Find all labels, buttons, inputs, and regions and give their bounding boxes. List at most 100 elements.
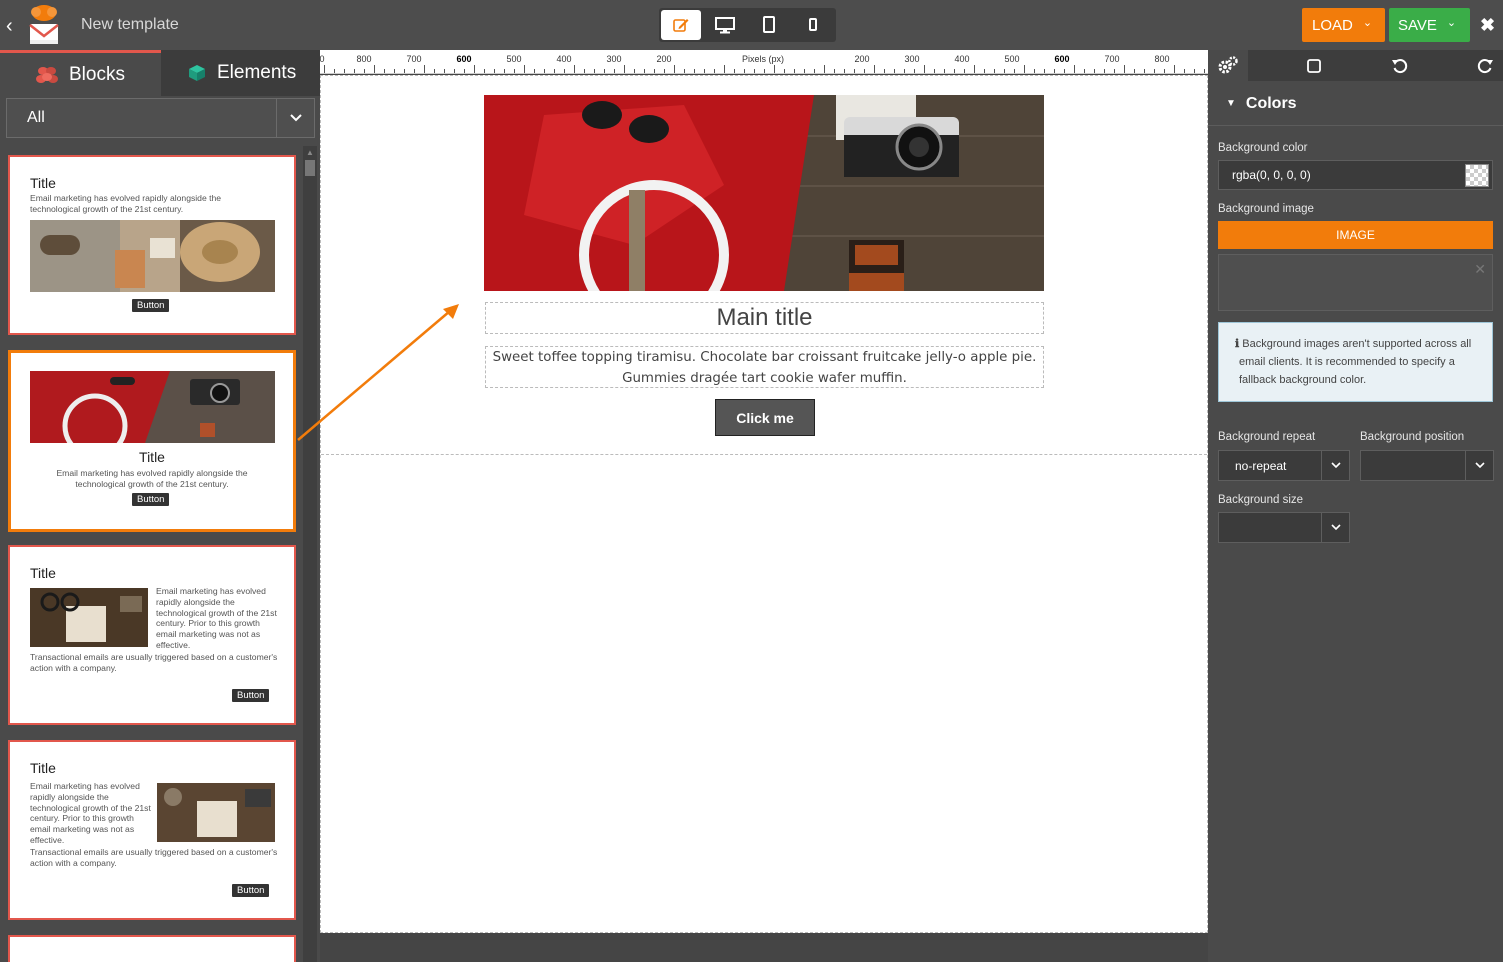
color-swatch[interactable] — [1465, 164, 1489, 187]
edit-icon — [673, 19, 689, 32]
ruler-tick — [614, 69, 615, 73]
ruler-tick — [594, 69, 595, 73]
block-category-select[interactable]: All — [6, 98, 315, 138]
tab-elements[interactable]: Elements — [161, 50, 320, 96]
block-bottom-text: Transactional emails are usually trigger… — [30, 847, 278, 868]
ruler-label: 300 — [606, 54, 622, 64]
ruler-label: 400 — [954, 54, 970, 64]
block-image — [30, 371, 275, 443]
chevron-down-icon — [1321, 513, 1349, 542]
drag-arrow-icon — [297, 304, 459, 441]
load-label: LOAD — [1312, 16, 1353, 34]
ruler-tick — [404, 69, 405, 73]
ruler-tick — [454, 69, 455, 73]
ruler-tick — [534, 69, 535, 73]
save-button[interactable]: SAVE ⌄ — [1389, 8, 1470, 42]
main-title[interactable]: Main title — [485, 302, 1044, 334]
ruler-tick — [1174, 65, 1175, 73]
square-icon — [1307, 58, 1321, 73]
ruler-tick — [984, 69, 985, 73]
remove-icon[interactable]: ✕ — [1474, 261, 1486, 278]
ruler-label: 400 — [556, 54, 572, 64]
ruler-tick — [604, 69, 605, 73]
ruler-tick — [664, 69, 665, 73]
ruler-tick — [804, 69, 805, 73]
block-template-5[interactable] — [8, 935, 296, 962]
row-divider — [321, 454, 1207, 455]
block-text: Email marketing has evolved rapidly alon… — [56, 468, 248, 489]
ruler-label: 500 — [1004, 54, 1020, 64]
ruler-label: 800 — [356, 54, 372, 64]
ruler-tick — [944, 69, 945, 73]
tablet-view-button[interactable] — [749, 10, 789, 40]
ruler-tick — [1084, 69, 1085, 73]
settings-tabs — [1208, 50, 1503, 81]
mobile-view-button[interactable] — [793, 10, 833, 40]
block-title: Title — [30, 175, 56, 191]
email-canvas[interactable]: Main title Sweet toffee topping tiramisu… — [320, 75, 1208, 933]
ruler-tick — [874, 65, 875, 73]
colors-section-title: Colors — [1245, 94, 1297, 112]
back-icon[interactable]: ‹ — [6, 14, 24, 38]
block-template-4[interactable]: Title Email marketing has evolved rapidl… — [8, 740, 296, 920]
bg-repeat-value: no-repeat — [1235, 458, 1287, 473]
desktop-view-button[interactable] — [705, 10, 745, 40]
block-title: Title — [30, 760, 56, 776]
gears-icon — [1218, 55, 1238, 73]
scrollbar-thumb[interactable] — [305, 160, 315, 176]
tab-layout[interactable] — [1294, 50, 1334, 81]
block-side-text: Email marketing has evolved rapidly alon… — [30, 781, 151, 845]
ruler-label: 600 — [456, 54, 472, 64]
load-button[interactable]: LOAD ⌄ — [1302, 8, 1385, 42]
app-logo — [29, 5, 59, 44]
ruler-tick — [994, 69, 995, 73]
block-template-3[interactable]: Title Email marketing has evolved rapidl… — [8, 545, 296, 725]
cta-button[interactable]: Click me — [715, 399, 815, 436]
ruler-tick — [514, 69, 515, 73]
cube-icon — [189, 65, 205, 81]
bg-image-label: Background image — [1218, 203, 1314, 215]
ruler-label: 200 — [656, 54, 672, 64]
blocks-scrollbar[interactable]: ▲ — [303, 146, 317, 962]
ruler-tick — [394, 69, 395, 73]
ruler-label: 0 — [319, 54, 325, 64]
tab-blocks[interactable]: Blocks — [0, 50, 161, 96]
block-image — [30, 588, 148, 647]
block-button: Button — [132, 493, 170, 506]
ruler-tick — [894, 69, 895, 73]
block-image — [157, 783, 275, 842]
ruler-tick — [674, 65, 675, 73]
close-icon[interactable]: ✖ — [1480, 15, 1495, 36]
ruler-tick — [814, 69, 815, 73]
hero-image[interactable] — [484, 95, 1044, 291]
scroll-up-icon[interactable]: ▲ — [306, 148, 314, 157]
tab-settings[interactable] — [1208, 50, 1248, 81]
ruler-tick — [1154, 69, 1155, 73]
ruler-tick — [964, 69, 965, 73]
bg-size-select[interactable] — [1218, 512, 1350, 543]
ruler-tick — [1054, 69, 1055, 73]
bg-color-input[interactable]: rgba(0, 0, 0, 0) — [1218, 160, 1493, 190]
ruler-tick — [1004, 69, 1005, 73]
ruler-tick — [864, 69, 865, 73]
undo-button[interactable] — [1380, 50, 1420, 81]
colors-section-header[interactable]: ▼ Colors — [1208, 82, 1503, 126]
image-button[interactable]: IMAGE — [1218, 221, 1493, 249]
block-button: Button — [132, 299, 170, 312]
ruler-tick — [414, 69, 415, 73]
redo-button[interactable] — [1465, 50, 1503, 81]
main-text[interactable]: Sweet toffee topping tiramisu. Chocolate… — [485, 346, 1044, 388]
edit-mode-button[interactable] — [661, 10, 701, 40]
bg-repeat-label: Background repeat — [1218, 431, 1316, 443]
mobile-icon — [809, 18, 817, 31]
ruler-tick — [574, 65, 575, 73]
bg-position-select[interactable] — [1360, 450, 1494, 481]
ruler-tick — [764, 69, 765, 73]
block-template-2[interactable]: Title Email marketing has evolved rapidl… — [8, 350, 296, 532]
ruler-tick — [1114, 69, 1115, 73]
canvas-area: Pixels (px) 0 800 700 600 500 400 300 200 200 300… — [319, 50, 1208, 962]
bg-repeat-select[interactable]: no-repeat — [1218, 450, 1350, 481]
ruler-tick — [694, 69, 695, 73]
tablet-icon — [763, 16, 775, 33]
block-template-1[interactable]: Title Email marketing has evolved rapidl… — [8, 155, 296, 335]
